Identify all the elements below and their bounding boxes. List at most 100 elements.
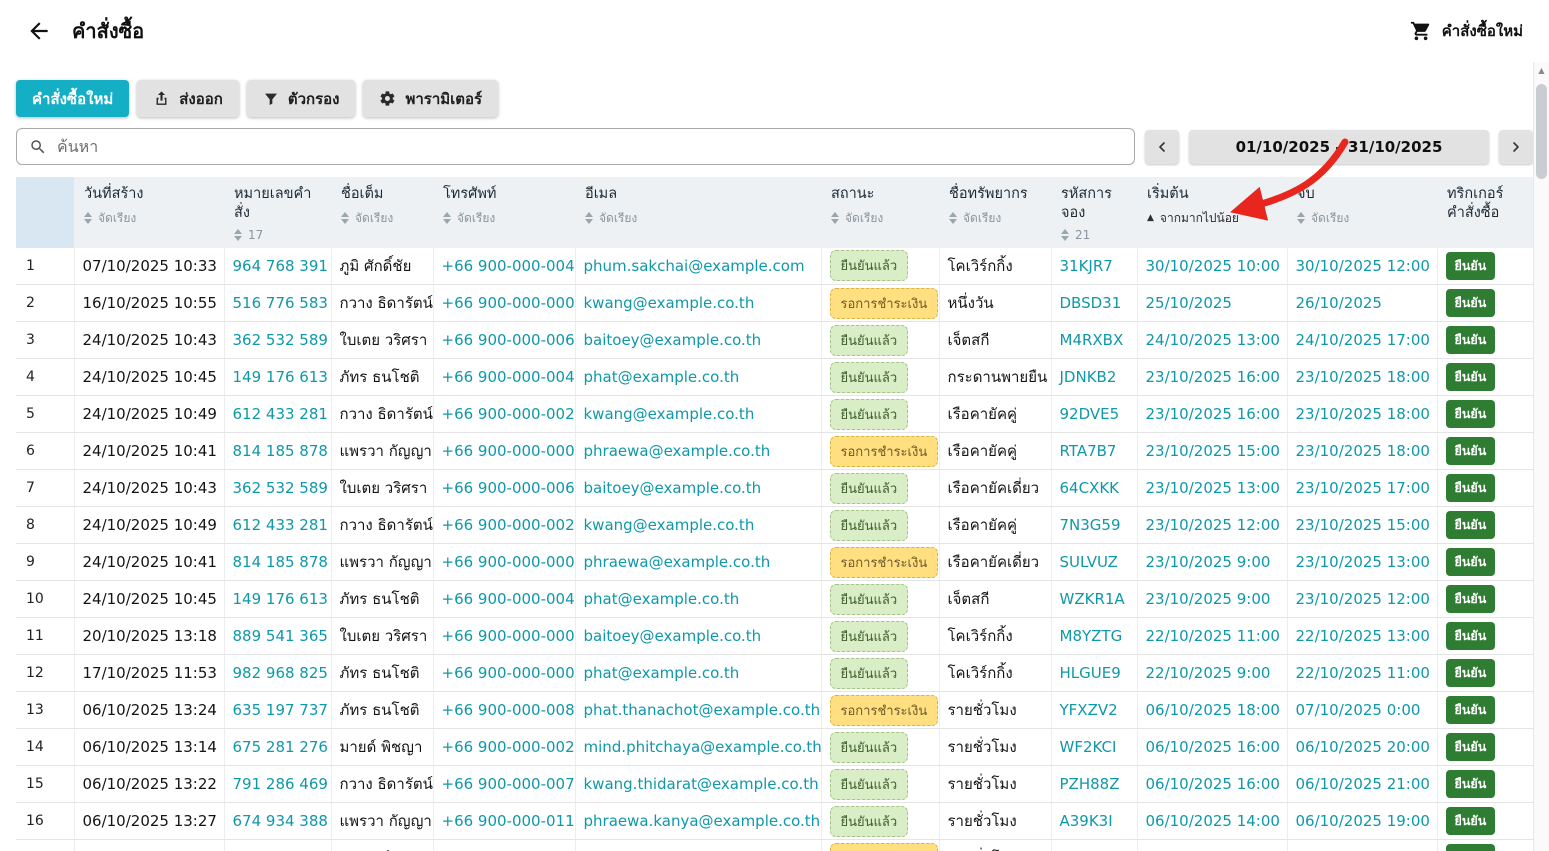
status-badge[interactable]: ยืนยันแล้ว: [829, 731, 909, 763]
phone-link[interactable]: +66 900-000-006: [442, 331, 575, 349]
order-number-link[interactable]: 814 185 878: [233, 442, 328, 460]
booking-code-link[interactable]: M4RXBX: [1060, 331, 1124, 349]
booking-code-link[interactable]: 31KJR7: [1060, 257, 1113, 275]
sort-button-order-number[interactable]: 17: [234, 228, 321, 242]
export-button[interactable]: ส่งออก: [137, 80, 239, 117]
booking-code-link[interactable]: WZKR1A: [1060, 590, 1125, 608]
email-link[interactable]: phraewa@example.co.th: [584, 442, 771, 460]
end-datetime-link[interactable]: 22/10/2025 13:00: [1296, 627, 1430, 645]
order-number-link[interactable]: 675 281 276: [233, 738, 328, 756]
trigger-confirm-button[interactable]: ยืนยัน: [1445, 733, 1496, 762]
start-datetime-link[interactable]: 23/10/2025 16:00: [1146, 368, 1280, 386]
phone-link[interactable]: +66 900-000-000: [442, 294, 575, 312]
phone-link[interactable]: +66 900-000-000: [442, 627, 575, 645]
start-datetime-link[interactable]: 22/10/2025 11:00: [1146, 627, 1280, 645]
email-link[interactable]: kwang.thidarat@example.co.th: [584, 775, 819, 793]
trigger-confirm-button[interactable]: ยืนยัน: [1445, 844, 1496, 851]
order-number-link[interactable]: 964 768 391: [233, 257, 328, 275]
email-link[interactable]: baitoey@example.co.th: [584, 479, 762, 497]
status-badge[interactable]: ยืนยันแล้ว: [829, 361, 909, 393]
email-link[interactable]: baitoey@example.co.th: [584, 331, 762, 349]
booking-code-link[interactable]: SULVUZ: [1060, 553, 1118, 571]
phone-link[interactable]: +66 900-000-011: [442, 812, 575, 830]
phone-link[interactable]: +66 900-000-004: [442, 368, 575, 386]
email-link[interactable]: kwang@example.co.th: [584, 294, 755, 312]
start-datetime-link[interactable]: 30/10/2025 10:00: [1146, 257, 1280, 275]
start-datetime-link[interactable]: 06/10/2025 18:00: [1146, 701, 1280, 719]
order-number-link[interactable]: 814 185 878: [233, 553, 328, 571]
end-datetime-link[interactable]: 23/10/2025 18:00: [1296, 368, 1430, 386]
start-datetime-link[interactable]: 06/10/2025 16:00: [1146, 775, 1280, 793]
scrollbar-thumb[interactable]: [1536, 84, 1547, 179]
end-datetime-link[interactable]: 23/10/2025 15:00: [1296, 516, 1430, 534]
order-number-link[interactable]: 982 968 825: [233, 664, 328, 682]
end-datetime-link[interactable]: 07/10/2025 0:00: [1296, 701, 1421, 719]
phone-link[interactable]: +66 900-000-002: [442, 405, 575, 423]
order-number-link[interactable]: 791 286 469: [233, 775, 328, 793]
parameters-button[interactable]: พารามิเตอร์: [363, 80, 499, 117]
start-datetime-link[interactable]: 23/10/2025 9:00: [1146, 553, 1271, 571]
order-number-link[interactable]: 149 176 613: [233, 590, 328, 608]
booking-code-link[interactable]: RTA7B7: [1060, 442, 1117, 460]
booking-code-link[interactable]: DBSD31: [1060, 294, 1122, 312]
sort-button-resource[interactable]: จัดเรียง: [949, 209, 1041, 228]
trigger-confirm-button[interactable]: ยืนยัน: [1445, 585, 1496, 614]
end-datetime-link[interactable]: 06/10/2025 20:00: [1296, 738, 1430, 756]
end-datetime-link[interactable]: 06/10/2025 19:00: [1296, 812, 1430, 830]
status-badge[interactable]: ยืนยันแล้ว: [829, 583, 909, 615]
trigger-confirm-button[interactable]: ยืนยัน: [1445, 770, 1496, 799]
phone-link[interactable]: +66 900-000-002: [442, 738, 575, 756]
booking-code-link[interactable]: M8YZTG: [1060, 627, 1123, 645]
sort-button-full-name[interactable]: จัดเรียง: [341, 209, 423, 228]
phone-link[interactable]: +66 900-000-006: [442, 479, 575, 497]
email-link[interactable]: baitoey@example.co.th: [584, 627, 762, 645]
trigger-confirm-button[interactable]: ยืนยัน: [1445, 548, 1496, 577]
trigger-confirm-button[interactable]: ยืนยัน: [1445, 363, 1496, 392]
sort-button-start[interactable]: ▲ จากมากไปน้อย: [1147, 209, 1277, 228]
booking-code-link[interactable]: 64CXKK: [1060, 479, 1120, 497]
phone-link[interactable]: +66 900-000-004: [442, 257, 575, 275]
status-badge[interactable]: รอการชำระเงิน: [829, 694, 938, 726]
order-number-link[interactable]: 149 176 613: [233, 368, 328, 386]
email-link[interactable]: phat@example.co.th: [584, 664, 740, 682]
trigger-confirm-button[interactable]: ยืนยัน: [1445, 474, 1496, 503]
next-date-range-button[interactable]: [1499, 129, 1533, 164]
start-datetime-link[interactable]: 23/10/2025 12:00: [1146, 516, 1280, 534]
trigger-confirm-button[interactable]: ยืนยัน: [1445, 807, 1496, 836]
start-datetime-link[interactable]: 23/10/2025 9:00: [1146, 590, 1271, 608]
phone-link[interactable]: +66 900-000-004: [442, 590, 575, 608]
status-badge[interactable]: ยืนยันแล้ว: [829, 250, 909, 282]
trigger-confirm-button[interactable]: ยืนยัน: [1445, 289, 1496, 318]
order-number-link[interactable]: 516 776 583: [233, 294, 328, 312]
end-datetime-link[interactable]: 30/10/2025 12:00: [1296, 257, 1430, 275]
filter-button[interactable]: ตัวกรอง: [246, 80, 356, 117]
end-datetime-link[interactable]: 26/10/2025: [1296, 294, 1382, 312]
status-badge[interactable]: ยืนยันแล้ว: [829, 472, 909, 504]
end-datetime-link[interactable]: 23/10/2025 18:00: [1296, 442, 1430, 460]
booking-code-link[interactable]: JDNKB2: [1060, 368, 1117, 386]
search-input[interactable]: [57, 137, 1122, 156]
start-datetime-link[interactable]: 23/10/2025 13:00: [1146, 479, 1280, 497]
order-number-link[interactable]: 362 532 589: [233, 479, 328, 497]
status-badge[interactable]: รอการชำระเงิน: [829, 842, 938, 851]
end-datetime-link[interactable]: 24/10/2025 17:00: [1296, 331, 1430, 349]
email-link[interactable]: phat@example.co.th: [584, 368, 740, 386]
status-badge[interactable]: รอการชำระเงิน: [829, 287, 938, 319]
prev-date-range-button[interactable]: [1145, 129, 1179, 164]
email-link[interactable]: phraewa@example.co.th: [584, 553, 771, 571]
sort-button-phone[interactable]: จัดเรียง: [443, 209, 565, 228]
phone-link[interactable]: +66 900-000-008: [442, 701, 575, 719]
order-number-link[interactable]: 612 433 281: [233, 516, 328, 534]
trigger-confirm-button[interactable]: ยืนยัน: [1445, 622, 1496, 651]
email-link[interactable]: mind.phitchaya@example.co.th: [584, 738, 821, 756]
phone-link[interactable]: +66 900-000-007: [442, 775, 575, 793]
start-datetime-link[interactable]: 23/10/2025 15:00: [1146, 442, 1280, 460]
trigger-confirm-button[interactable]: ยืนยัน: [1445, 400, 1496, 429]
status-badge[interactable]: ยืนยันแล้ว: [829, 324, 909, 356]
email-link[interactable]: phat.thanachot@example.co.th: [584, 701, 821, 719]
status-badge[interactable]: รอการชำระเงิน: [829, 546, 938, 578]
trigger-confirm-button[interactable]: ยืนยัน: [1445, 696, 1496, 725]
order-number-link[interactable]: 612 433 281: [233, 405, 328, 423]
end-datetime-link[interactable]: 23/10/2025 17:00: [1296, 479, 1430, 497]
email-link[interactable]: kwang@example.co.th: [584, 405, 755, 423]
